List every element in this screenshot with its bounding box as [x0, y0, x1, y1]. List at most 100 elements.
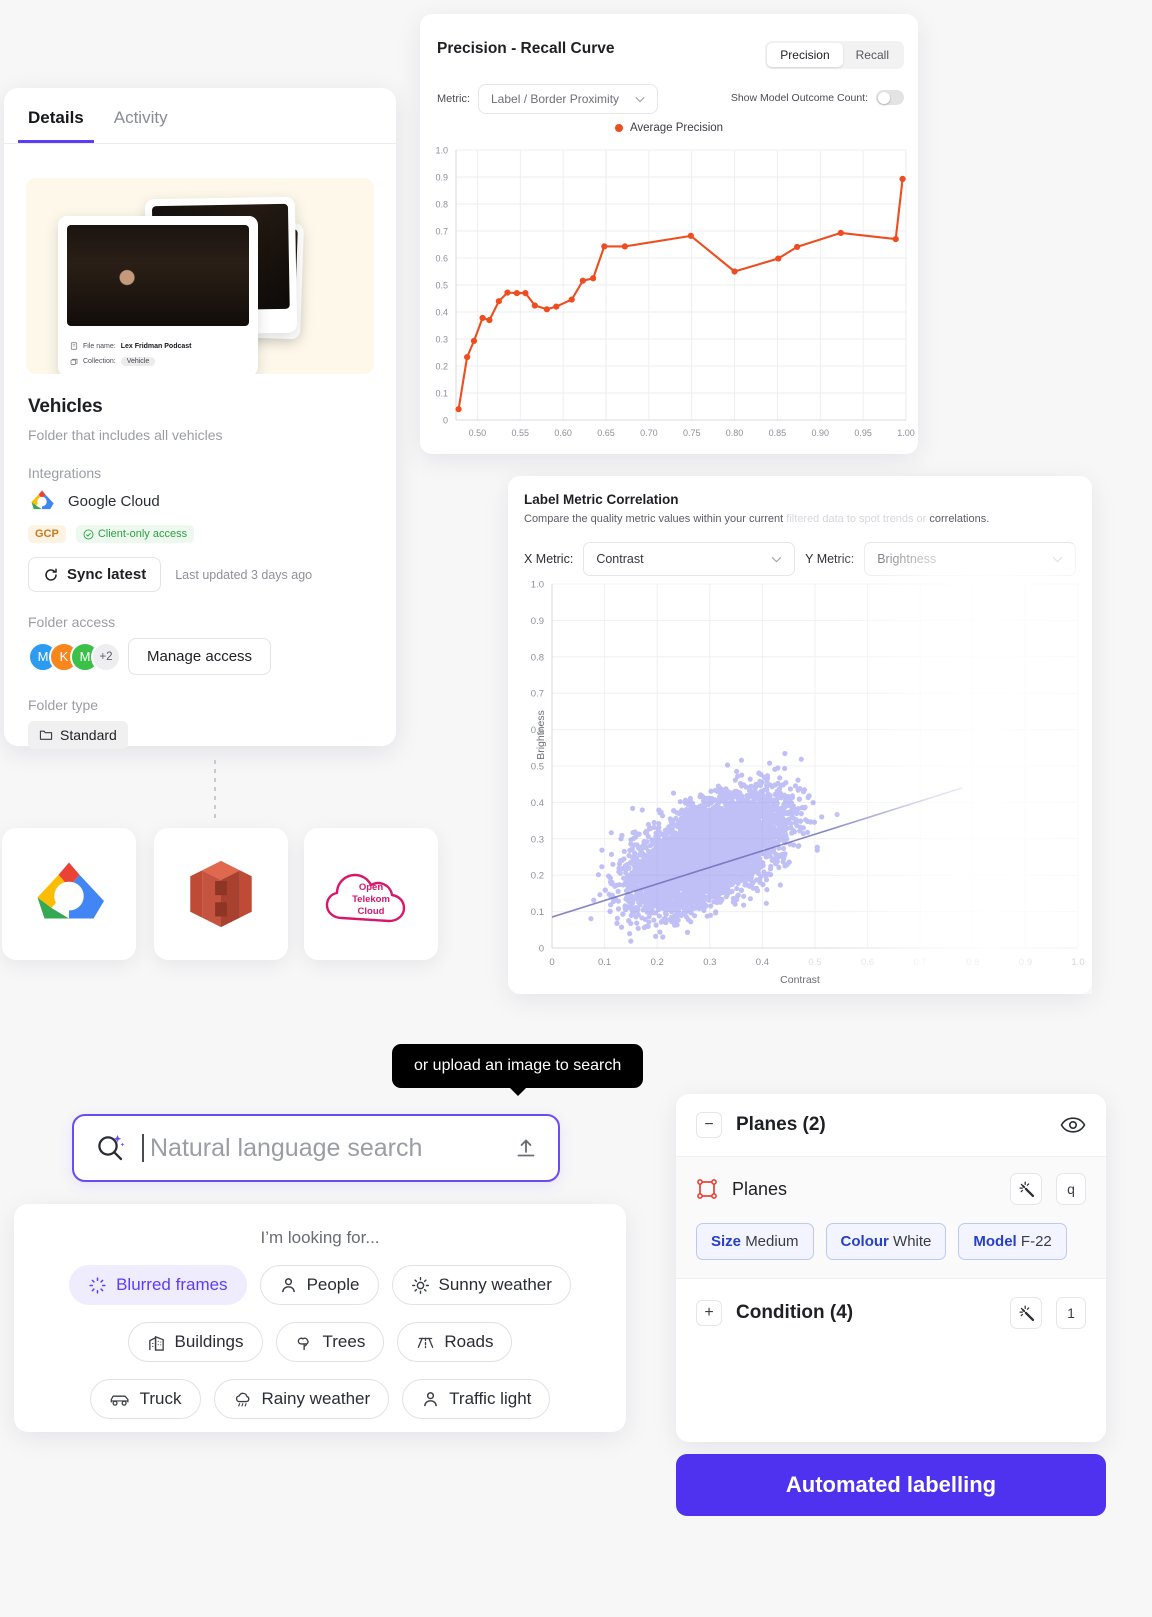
chip-people[interactable]: People [259, 1265, 379, 1305]
search-input[interactable]: Natural language search [142, 1134, 500, 1163]
bounding-box-icon [697, 1179, 717, 1199]
svg-text:0.2: 0.2 [651, 957, 664, 968]
y-metric-select[interactable]: Brightness [864, 542, 1076, 576]
svg-text:0.8: 0.8 [531, 652, 544, 663]
integration-logo-card-google-cloud[interactable] [2, 828, 136, 960]
attribute-size[interactable]: Size Medium [696, 1223, 814, 1260]
pr-plot: 0 0.1 0.2 0.3 0.4 0.5 0.6 0.7 0.8 0.9 1.0 0.50 0.55 0… [435, 146, 914, 439]
magic-wand-button[interactable] [1010, 1173, 1042, 1205]
manage-access-button[interactable]: Manage access [128, 638, 272, 675]
chevron-down-icon [771, 556, 782, 562]
avatar-more[interactable]: +2 [91, 641, 121, 672]
chip-blurred-frames[interactable]: Blurred frames [69, 1265, 247, 1305]
svg-text:0.4: 0.4 [531, 798, 544, 809]
attribute-colour[interactable]: Colour White [825, 1223, 947, 1260]
planes-group-body: Planes q Size Medium Colour White Model … [676, 1156, 1106, 1279]
rain-icon [235, 1392, 249, 1407]
avatar-group[interactable]: M K M +2 [28, 641, 121, 672]
integration-row[interactable]: Google Cloud [28, 489, 372, 513]
planes-item-name: Planes [732, 1178, 788, 1199]
planes-group-header[interactable]: − Planes (2) [676, 1094, 1106, 1156]
sync-latest-button[interactable]: Sync latest [28, 557, 162, 592]
precision-recall-toggle[interactable]: Precision Recall [765, 41, 904, 69]
chip-label: Traffic light [449, 1389, 532, 1408]
collection-row: Collection: Vehicle [70, 357, 156, 366]
condition-group-header[interactable]: + Condition (4) 1 [676, 1279, 1106, 1347]
provider-badge: GCP [28, 525, 66, 543]
y-metric-label: Y Metric: [805, 552, 855, 566]
collapse-group-button[interactable]: − [696, 1112, 722, 1138]
attribute-chips: Size Medium Colour White Model F-22 [696, 1223, 1086, 1260]
svg-text:0.1: 0.1 [435, 389, 448, 399]
outcome-count-toggle[interactable] [876, 90, 904, 105]
chip-truck[interactable]: Truck [89, 1379, 201, 1419]
scatter-plot: 0 0.1 0.2 0.3 0.4 0.5 0.6 0.7 0.8 0.9 1.0 0 0.1 0.2 0.… [531, 544, 1092, 994]
tree-icon [297, 1337, 309, 1350]
access-badge-label: Client-only access [97, 528, 188, 540]
search-bar[interactable]: Natural language search [72, 1114, 560, 1182]
segment-recall[interactable]: Recall [843, 43, 902, 67]
attribute-model[interactable]: Model F-22 [958, 1223, 1067, 1260]
svg-text:0: 0 [549, 957, 554, 968]
google-cloud-logo-icon [37, 862, 104, 919]
chip-label: Rainy weather [261, 1389, 371, 1408]
planes-label-item[interactable]: Planes q [696, 1173, 1086, 1205]
metric-select[interactable]: Label / Border Proximity [478, 84, 659, 114]
pr-card-title: Precision - Recall Curve [437, 40, 615, 57]
condition-count[interactable]: 1 [1056, 1297, 1086, 1329]
otc-line-1: Open [358, 882, 384, 893]
svg-text:0.1: 0.1 [531, 907, 544, 918]
otc-line-2: Telekom [352, 893, 390, 905]
svg-text:0.95: 0.95 [854, 428, 872, 438]
chip-trees[interactable]: Trees [275, 1322, 385, 1362]
svg-text:0.8: 0.8 [435, 200, 448, 210]
metric-select-value: Label / Border Proximity [491, 92, 620, 106]
svg-text:0.75: 0.75 [683, 428, 701, 438]
magic-wand-button[interactable] [1010, 1297, 1042, 1329]
svg-text:0.3: 0.3 [703, 957, 716, 968]
svg-text:1.0: 1.0 [1071, 957, 1084, 968]
automated-labelling-button[interactable]: Automated labelling [676, 1454, 1106, 1516]
suggestion-row-3: Truck Rainy weather Traffic light [14, 1379, 626, 1419]
chip-buildings[interactable]: Buildings [127, 1322, 263, 1362]
subtitle-part-b: correlations. [929, 513, 990, 525]
upload-icon[interactable] [514, 1136, 538, 1160]
subtitle-part-a: Compare the quality metric values within… [524, 513, 787, 525]
integration-logo-card-aws-s3[interactable] [154, 828, 288, 960]
svg-text:0.50: 0.50 [469, 428, 487, 438]
svg-text:0.4: 0.4 [756, 957, 769, 968]
outcome-count-row: Show Model Outcome Count: [731, 90, 904, 105]
chip-label: Roads [444, 1332, 494, 1351]
svg-text:0.5: 0.5 [808, 957, 821, 968]
chip-roads[interactable]: Roads [397, 1322, 513, 1362]
expand-group-button[interactable]: + [696, 1300, 722, 1326]
access-badge: Client-only access [75, 525, 195, 543]
svg-text:0.65: 0.65 [597, 428, 615, 438]
sync-updated-text: Last updated 3 days ago [175, 567, 313, 582]
chip-traffic-light[interactable]: Traffic light [402, 1379, 551, 1419]
shortcut-key[interactable]: q [1056, 1173, 1086, 1205]
eye-icon[interactable] [1060, 1115, 1086, 1135]
tab-details[interactable]: Details [18, 102, 94, 143]
integration-logo-card-open-telekom-cloud[interactable]: Open Telekom Cloud [304, 828, 438, 960]
chip-label: Trees [322, 1332, 366, 1351]
svg-text:0.2: 0.2 [435, 362, 448, 372]
otc-line-3: Cloud [357, 905, 385, 917]
segment-precision[interactable]: Precision [767, 43, 843, 67]
tab-activity[interactable]: Activity [104, 102, 178, 143]
x-metric-select[interactable]: Contrast [583, 542, 796, 576]
condition-group-title: Condition (4) [736, 1302, 854, 1323]
person-icon [281, 1277, 295, 1292]
chip-rainy-weather[interactable]: Rainy weather [213, 1379, 390, 1419]
ai-search-icon [98, 1135, 125, 1161]
scatter-x-axis-label: Contrast [780, 974, 820, 986]
svg-text:0.2: 0.2 [531, 871, 544, 882]
collection-label: Collection: [83, 358, 116, 365]
correlation-title: Label Metric Correlation [524, 492, 679, 507]
svg-text:0.7: 0.7 [914, 957, 927, 968]
suggestion-row-2: Buildings Trees Roads [14, 1322, 626, 1362]
chip-sunny-weather[interactable]: Sunny weather [391, 1265, 571, 1305]
folder-type-label: Folder type [28, 697, 99, 713]
labelling-panel: − Planes (2) Planes q Size Medium Colour… [676, 1094, 1106, 1442]
upload-tooltip: or upload an image to search [392, 1044, 644, 1096]
